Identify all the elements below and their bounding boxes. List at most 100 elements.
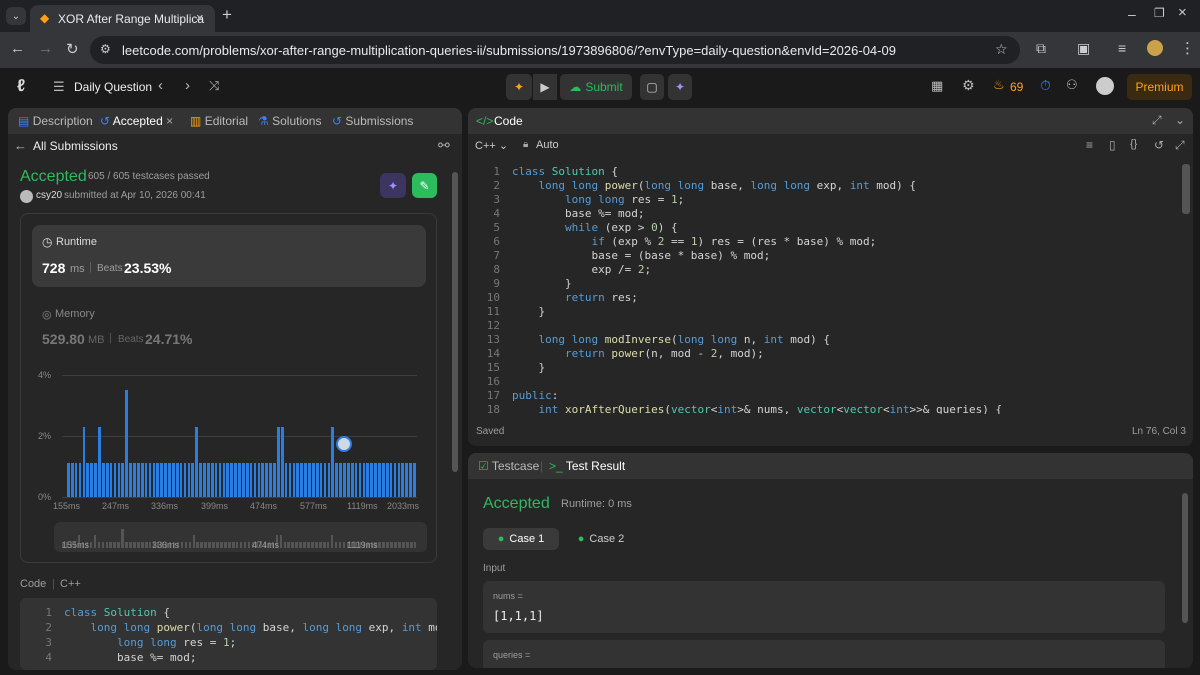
chart-bar[interactable] xyxy=(370,463,374,497)
notes-button[interactable]: ▢ xyxy=(640,74,664,100)
tab-accepted[interactable]: ↺ Accepted × xyxy=(100,114,173,128)
chart-bar[interactable] xyxy=(226,463,230,497)
chart-bar[interactable] xyxy=(203,463,206,497)
chart-bar[interactable] xyxy=(257,463,261,497)
chart-bar[interactable] xyxy=(253,463,257,497)
back-arrow-icon[interactable]: ← xyxy=(14,138,27,153)
problem-list-icon[interactable]: ☰ xyxy=(53,79,65,95)
chart-bar[interactable] xyxy=(74,463,78,497)
chart-bar[interactable] xyxy=(109,463,113,497)
profile-avatar-icon[interactable] xyxy=(1147,40,1163,56)
chart-bar[interactable] xyxy=(277,426,280,497)
prev-problem-icon[interactable]: ‹ xyxy=(158,77,163,94)
chart-bar[interactable] xyxy=(187,463,191,497)
runtime-card[interactable]: ◷ Runtime 728 ms | Beats 23.53% xyxy=(32,225,426,287)
chart-bar[interactable] xyxy=(300,463,304,497)
collapse-panel-icon[interactable]: ⌄ xyxy=(1175,113,1185,127)
chart-bar[interactable] xyxy=(175,463,179,497)
next-problem-icon[interactable]: › xyxy=(185,77,190,94)
debug-button[interactable]: ✦ xyxy=(506,74,532,100)
chart-bar[interactable] xyxy=(148,463,152,497)
submitter-name[interactable]: csy20 xyxy=(36,190,62,201)
chart-bar[interactable] xyxy=(105,463,109,497)
chart-bar[interactable] xyxy=(242,463,245,497)
chart-bar[interactable] xyxy=(113,463,117,497)
chart-bar[interactable] xyxy=(393,463,397,497)
add-friend-icon[interactable]: ⚇ xyxy=(1066,77,1078,93)
chart-bar[interactable] xyxy=(78,463,82,497)
chart-bar[interactable] xyxy=(183,463,187,497)
chart-bar[interactable] xyxy=(172,463,175,497)
tab-description[interactable]: ▤ Description xyxy=(18,114,93,128)
share-link-icon[interactable]: ⚯ xyxy=(438,137,450,154)
chart-bar[interactable] xyxy=(319,463,323,497)
chart-bar[interactable] xyxy=(401,463,405,497)
chart-bar[interactable] xyxy=(152,463,156,497)
maximize-panel-icon[interactable]: ⤢ xyxy=(1152,113,1162,128)
premium-button[interactable]: Premium xyxy=(1127,74,1192,100)
chart-bar[interactable] xyxy=(160,463,164,497)
extensions-icon[interactable]: ⧉ xyxy=(1036,40,1046,57)
media-icon[interactable]: ≡ xyxy=(1118,40,1126,56)
chart-bar[interactable] xyxy=(67,463,70,497)
browser-menu-icon[interactable]: ⋮ xyxy=(1180,39,1195,57)
browser-tab[interactable]: ◆ XOR After Range Multiplica × xyxy=(30,5,215,32)
chart-bar[interactable] xyxy=(343,463,346,497)
shuffle-icon[interactable]: ⤨ xyxy=(209,78,219,94)
chart-bar[interactable] xyxy=(234,463,237,497)
chart-bar[interactable] xyxy=(389,463,393,497)
bookmark-star-icon[interactable]: ☆ xyxy=(995,41,1008,58)
run-button[interactable]: ▶ xyxy=(533,74,557,100)
forward-icon[interactable]: → xyxy=(38,40,53,57)
new-tab-icon[interactable]: + xyxy=(222,5,232,25)
analyze-ai-button[interactable]: ✦ xyxy=(380,173,406,198)
chart-bar[interactable] xyxy=(280,426,284,497)
chart-bar[interactable] xyxy=(199,463,202,497)
chart-bar[interactable] xyxy=(218,463,222,497)
streak-fire-icon[interactable]: ♨ xyxy=(993,77,1005,93)
chart-bar[interactable] xyxy=(210,463,214,497)
chart-bar[interactable] xyxy=(350,463,354,497)
chart-bar[interactable] xyxy=(214,463,218,497)
tab-test-result[interactable]: >_ Test Result xyxy=(549,459,625,473)
chart-bar[interactable] xyxy=(82,426,86,497)
chart-bar[interactable] xyxy=(382,463,385,497)
chart-bar[interactable] xyxy=(133,463,136,497)
tab-editorial[interactable]: ▥ Editorial xyxy=(190,114,248,128)
chart-bar[interactable] xyxy=(261,463,265,497)
chart-bar[interactable] xyxy=(265,463,269,497)
chart-bar[interactable] xyxy=(397,463,401,497)
auto-mode[interactable]: Auto xyxy=(536,139,559,151)
chart-bar[interactable] xyxy=(238,463,241,497)
chart-bar[interactable] xyxy=(354,463,358,497)
chart-bar[interactable] xyxy=(230,463,234,497)
sidebar-icon[interactable]: ▣ xyxy=(1077,40,1090,57)
braces-icon[interactable]: {} xyxy=(1130,138,1137,150)
settings-gear-icon[interactable]: ⚙ xyxy=(962,77,975,94)
chart-bar[interactable] xyxy=(312,463,315,497)
user-avatar[interactable] xyxy=(1096,77,1114,95)
chart-bar[interactable] xyxy=(327,463,331,497)
chart-bar[interactable] xyxy=(121,463,125,497)
chart-bar[interactable] xyxy=(94,463,97,497)
chart-bar[interactable] xyxy=(191,463,195,497)
chart-bar[interactable] xyxy=(409,463,412,497)
chart-bar[interactable] xyxy=(304,463,307,497)
chart-bar[interactable] xyxy=(164,463,167,497)
chart-bar[interactable] xyxy=(296,463,300,497)
chart-bar[interactable] xyxy=(413,463,416,497)
chart-bar[interactable] xyxy=(378,463,381,497)
chart-bar[interactable] xyxy=(222,463,226,497)
chart-bar[interactable] xyxy=(331,426,335,497)
minimize-icon[interactable]: – xyxy=(1128,6,1136,22)
chart-bar[interactable] xyxy=(335,463,339,497)
chart-bar[interactable] xyxy=(207,463,210,497)
chart-bar[interactable] xyxy=(347,463,350,497)
chart-bar[interactable] xyxy=(385,463,389,497)
fullscreen-icon[interactable]: ⤢ xyxy=(1175,138,1185,153)
ai-assist-button[interactable]: ✦ xyxy=(668,74,692,100)
submit-button[interactable]: ☁ Submit xyxy=(560,74,632,100)
chart-bar[interactable] xyxy=(315,463,319,497)
leetcode-logo-icon[interactable]: ℓ xyxy=(17,76,25,96)
chart-bar[interactable] xyxy=(125,390,129,497)
